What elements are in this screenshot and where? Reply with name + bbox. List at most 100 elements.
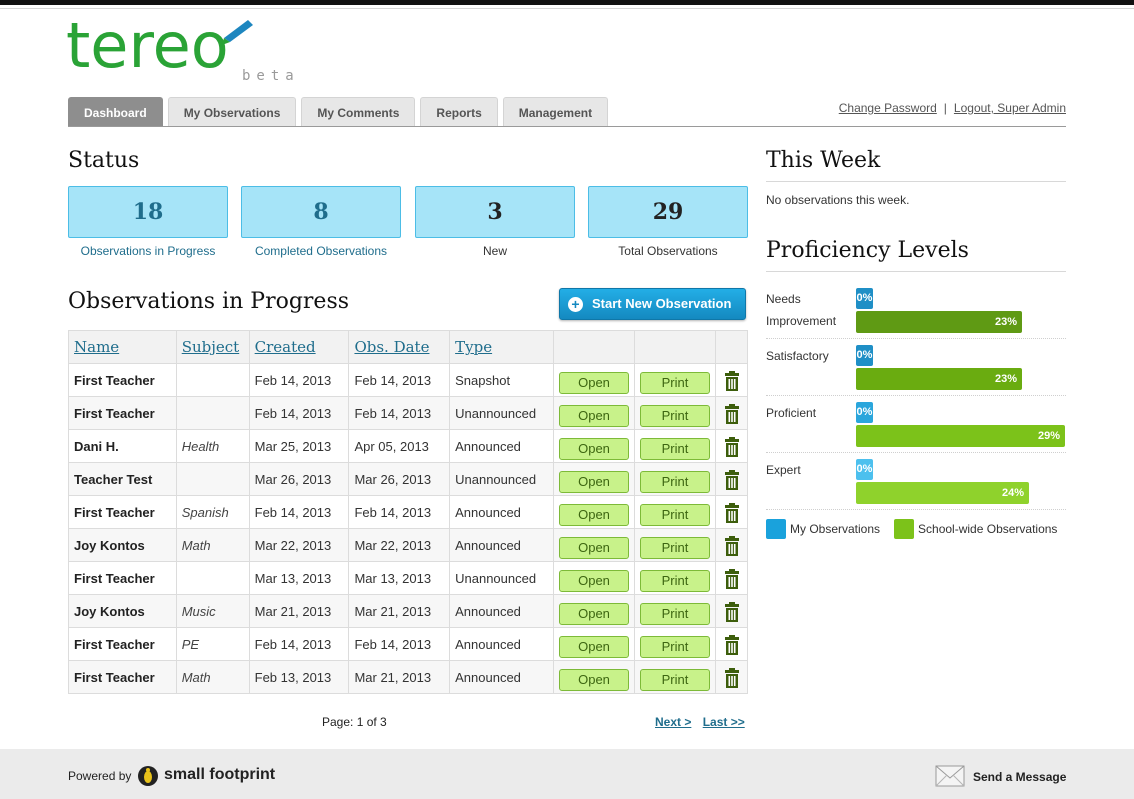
link-separator: | bbox=[943, 101, 947, 115]
tab-dashboard[interactable]: Dashboard bbox=[68, 97, 163, 127]
start-button-label: Start New Observation bbox=[592, 296, 732, 311]
open-button[interactable]: Open bbox=[559, 669, 630, 691]
last-page-link[interactable]: Last >> bbox=[703, 715, 745, 729]
print-button[interactable]: Print bbox=[640, 570, 710, 592]
send-message-link[interactable]: Send a Message bbox=[973, 770, 1066, 784]
col-subject[interactable]: Subject bbox=[176, 330, 250, 364]
sort-obs-date-link[interactable]: Obs. Date bbox=[354, 338, 429, 356]
cell-name: First Teacher bbox=[68, 561, 177, 595]
next-page-link[interactable]: Next > bbox=[655, 715, 691, 729]
status-heading: Status bbox=[68, 148, 140, 173]
trash-icon[interactable] bbox=[724, 502, 740, 526]
trash-icon[interactable] bbox=[724, 370, 740, 394]
open-button[interactable]: Open bbox=[559, 537, 630, 559]
print-button[interactable]: Print bbox=[640, 438, 710, 460]
level-label-line1: Needs bbox=[766, 292, 801, 306]
trash-icon[interactable] bbox=[724, 568, 740, 592]
sort-created-link[interactable]: Created bbox=[255, 338, 316, 356]
cell-open: Open bbox=[553, 495, 636, 529]
start-new-observation-button[interactable]: + Start New Observation bbox=[559, 288, 746, 320]
open-button[interactable]: Open bbox=[559, 471, 630, 493]
tab-management[interactable]: Management bbox=[502, 97, 609, 127]
cell-subject bbox=[176, 396, 250, 430]
status-box-completed[interactable]: 8 bbox=[241, 186, 401, 238]
cell-print: Print bbox=[634, 660, 716, 694]
cell-type: Announced bbox=[449, 528, 555, 562]
print-button[interactable]: Print bbox=[640, 405, 710, 427]
open-button[interactable]: Open bbox=[559, 636, 630, 658]
trash-icon[interactable] bbox=[724, 469, 740, 493]
print-button[interactable]: Print bbox=[640, 669, 710, 691]
proficiency-heading: Proficiency Levels bbox=[766, 238, 969, 263]
cell-open: Open bbox=[553, 429, 636, 463]
bar-school-wide: 24% bbox=[856, 482, 1029, 504]
trash-icon[interactable] bbox=[724, 634, 740, 658]
sort-subject-link[interactable]: Subject bbox=[182, 338, 240, 356]
open-button[interactable]: Open bbox=[559, 603, 630, 625]
col-name[interactable]: Name bbox=[68, 330, 177, 364]
sort-type-link[interactable]: Type bbox=[455, 338, 492, 356]
powered-by-text: Powered by bbox=[68, 769, 132, 783]
cell-obs-date: Mar 13, 2013 bbox=[348, 561, 451, 595]
cell-print: Print bbox=[634, 528, 716, 562]
cell-type: Announced bbox=[449, 660, 555, 694]
cell-created: Mar 13, 2013 bbox=[249, 561, 350, 595]
cell-obs-date: Mar 22, 2013 bbox=[348, 528, 451, 562]
page-indicator: Page: 1 of 3 bbox=[322, 715, 387, 729]
table-header-row: Name Subject Created Obs. Date Type bbox=[68, 330, 748, 364]
col-obs-date[interactable]: Obs. Date bbox=[348, 330, 451, 364]
proficiency-level-label: Expert bbox=[766, 459, 801, 481]
tab-reports[interactable]: Reports bbox=[420, 97, 498, 127]
print-button[interactable]: Print bbox=[640, 471, 710, 493]
cell-subject bbox=[176, 462, 250, 496]
print-button[interactable]: Print bbox=[640, 372, 710, 394]
open-button[interactable]: Open bbox=[559, 405, 630, 427]
cell-name: First Teacher bbox=[68, 495, 177, 529]
observations-table: Name Subject Created Obs. Date Type Firs… bbox=[68, 330, 748, 694]
cell-name: First Teacher bbox=[68, 627, 177, 661]
cell-created: Mar 26, 2013 bbox=[249, 462, 350, 496]
status-label-in-progress[interactable]: Observations in Progress bbox=[68, 244, 228, 258]
open-button[interactable]: Open bbox=[559, 504, 630, 526]
trash-icon[interactable] bbox=[724, 403, 740, 427]
trash-icon[interactable] bbox=[724, 667, 740, 691]
cell-type: Snapshot bbox=[449, 363, 555, 397]
logout-link[interactable]: Logout, Super Admin bbox=[954, 101, 1066, 115]
small-footprint-link[interactable]: small footprint bbox=[164, 766, 275, 784]
tereo-logo[interactable]: tereo beta bbox=[66, 9, 306, 90]
cell-type: Announced bbox=[449, 627, 555, 661]
cell-subject: PE bbox=[176, 627, 250, 661]
col-type[interactable]: Type bbox=[449, 330, 555, 364]
cell-print: Print bbox=[634, 429, 716, 463]
logo-wordmark: tereo bbox=[66, 9, 229, 82]
status-label-completed[interactable]: Completed Observations bbox=[241, 244, 401, 258]
cell-obs-date: Feb 14, 2013 bbox=[348, 396, 451, 430]
trash-icon[interactable] bbox=[724, 436, 740, 460]
table-row: Dani H. Health Mar 25, 2013 Apr 05, 2013 Ann… bbox=[68, 429, 748, 463]
cell-subject bbox=[176, 363, 250, 397]
col-created[interactable]: Created bbox=[249, 330, 350, 364]
open-button[interactable]: Open bbox=[559, 570, 630, 592]
sort-name-link[interactable]: Name bbox=[74, 338, 119, 356]
trash-icon[interactable] bbox=[724, 601, 740, 625]
print-button[interactable]: Print bbox=[640, 603, 710, 625]
legend-swatch-school bbox=[894, 519, 915, 539]
cell-name: First Teacher bbox=[68, 396, 177, 430]
cell-created: Feb 14, 2013 bbox=[249, 396, 350, 430]
tab-my-observations[interactable]: My Observations bbox=[167, 97, 297, 127]
trash-icon[interactable] bbox=[724, 535, 740, 559]
legend-label-my: My Observations bbox=[790, 522, 881, 536]
open-button[interactable]: Open bbox=[559, 372, 630, 394]
footprint-icon[interactable] bbox=[137, 765, 159, 787]
this-week-heading: This Week bbox=[766, 148, 881, 173]
table-row: First Teacher Feb 14, 2013 Feb 14, 2013 Una… bbox=[68, 396, 748, 430]
open-button[interactable]: Open bbox=[559, 438, 630, 460]
envelope-icon[interactable] bbox=[935, 765, 965, 787]
change-password-link[interactable]: Change Password bbox=[839, 101, 937, 115]
print-button[interactable]: Print bbox=[640, 636, 710, 658]
level-label-line1: Satisfactory bbox=[766, 349, 829, 363]
tab-my-comments[interactable]: My Comments bbox=[301, 97, 416, 127]
print-button[interactable]: Print bbox=[640, 504, 710, 526]
status-box-in-progress[interactable]: 18 bbox=[68, 186, 228, 238]
print-button[interactable]: Print bbox=[640, 537, 710, 559]
